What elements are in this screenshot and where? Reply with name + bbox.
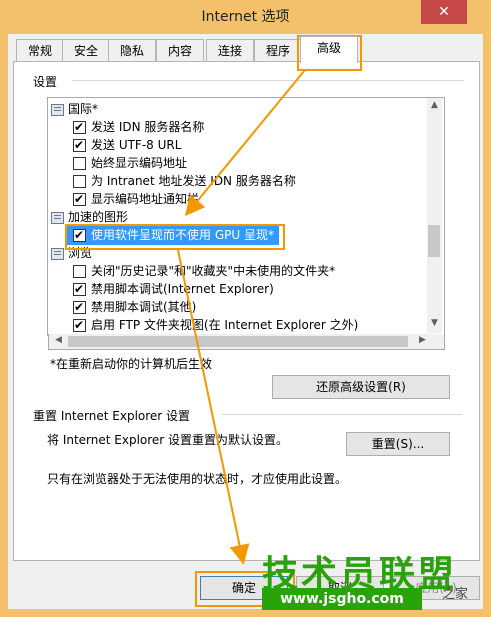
annotation-arrows xyxy=(177,69,306,565)
watermark-corner-text: 之家 xyxy=(442,587,469,602)
arrow-to-gpu-option xyxy=(184,69,306,217)
watermark-url: www.jsgho.com xyxy=(262,588,422,610)
tab-advanced[interactable]: 高级 xyxy=(300,36,358,63)
arrow-to-ok-button xyxy=(177,249,250,565)
